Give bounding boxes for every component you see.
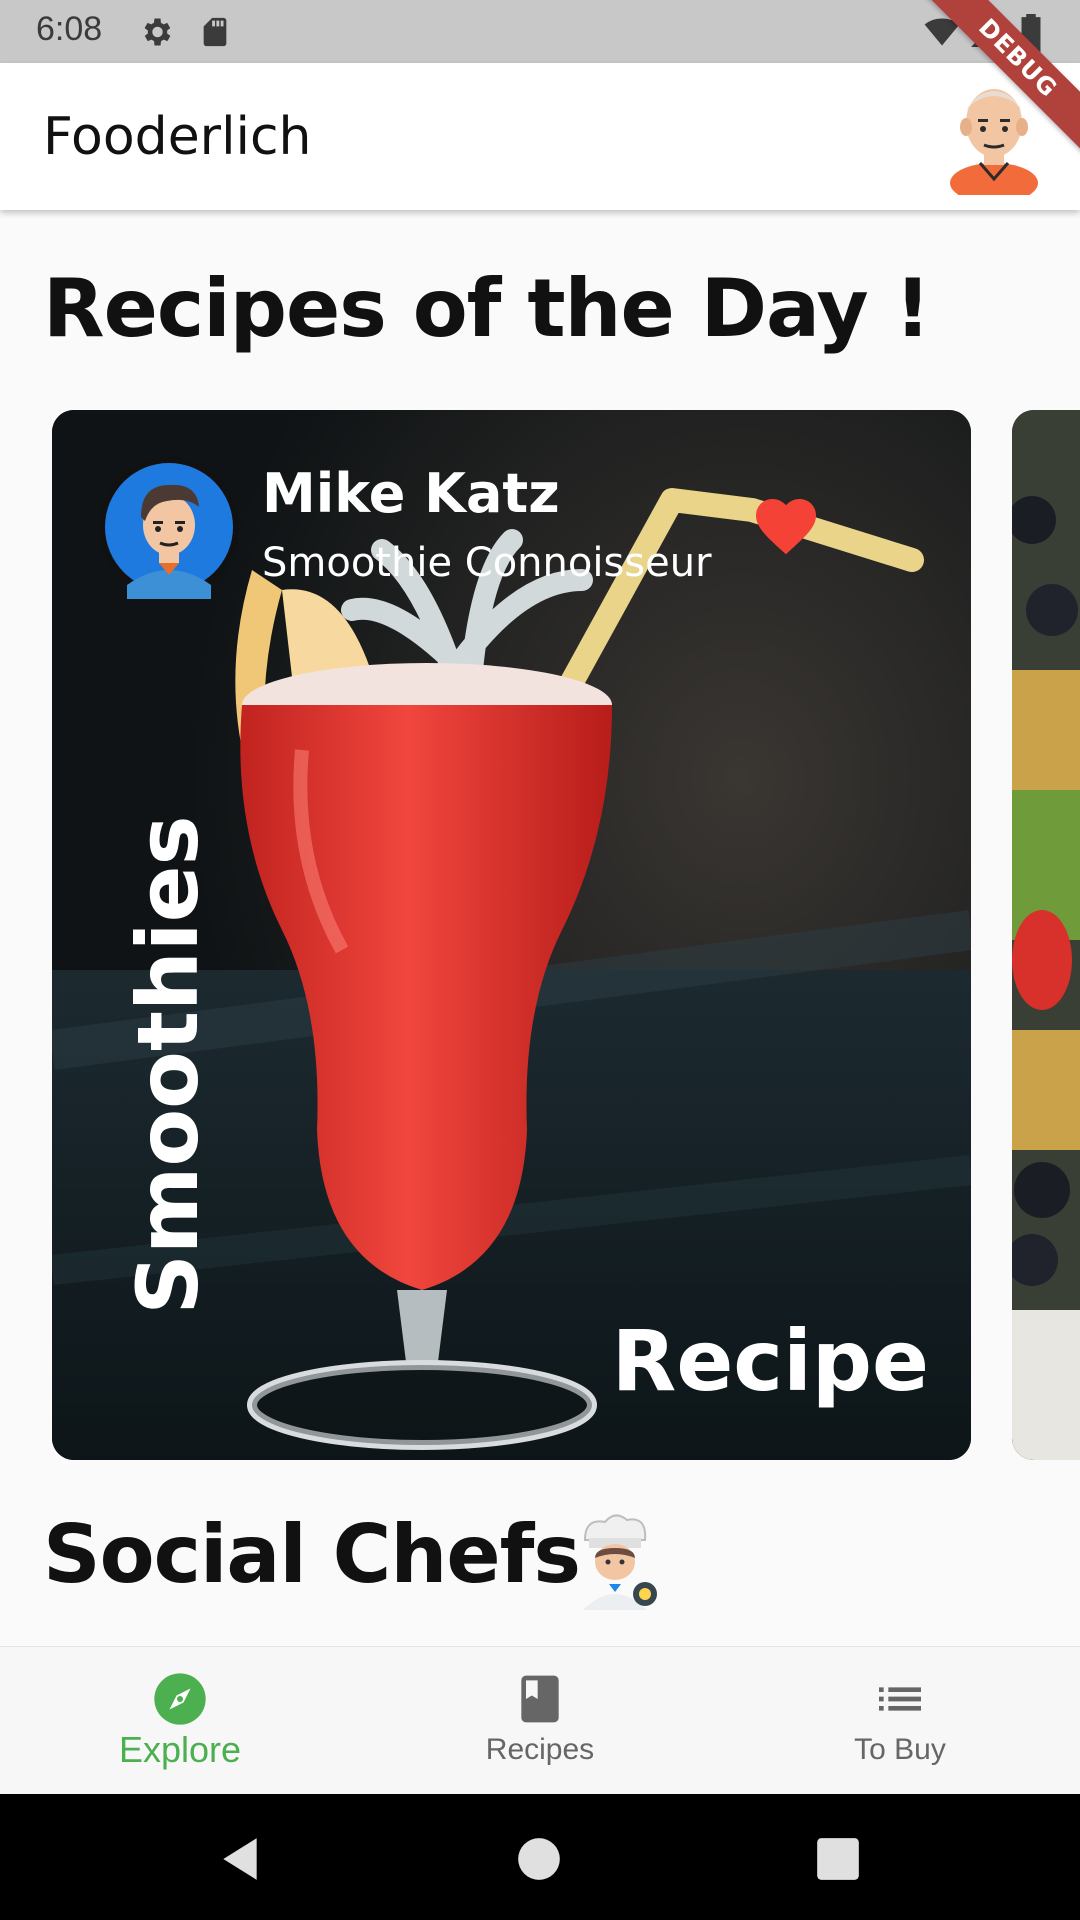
- app-bar: Fooderlich: [0, 63, 1080, 210]
- card-category-text: Smoothies: [119, 815, 217, 1315]
- recipes-of-the-day-heading: Recipes of the Day !: [43, 262, 931, 355]
- status-bar: 6:08: [0, 0, 1080, 63]
- bottom-navigation: Explore Recipes To Buy: [0, 1646, 1080, 1795]
- list-icon: [879, 1687, 921, 1711]
- book-icon: [521, 1675, 559, 1723]
- author-avatar[interactable]: [97, 455, 241, 599]
- card-label: Recipe: [611, 1312, 929, 1410]
- nav-item-recipes[interactable]: Recipes: [360, 1647, 720, 1795]
- next-recipe-card[interactable]: [1012, 410, 1080, 1460]
- nav-label-explore: Explore: [118, 1729, 242, 1770]
- chef-icon: [583, 1514, 657, 1610]
- sd-card-icon: [203, 17, 227, 47]
- nav-label-to-buy: To Buy: [854, 1733, 946, 1766]
- recipe-card[interactable]: Mike Katz Smoothie Connoisseur Smoothies…: [52, 410, 971, 1460]
- nav-item-explore[interactable]: Explore: [0, 1647, 360, 1795]
- back-icon[interactable]: [215, 1834, 265, 1884]
- author-name: Mike Katz: [262, 462, 560, 525]
- recents-icon[interactable]: [813, 1834, 863, 1884]
- nav-item-to-buy[interactable]: To Buy: [720, 1647, 1080, 1795]
- status-time: 6:08: [36, 10, 103, 48]
- settings-icon: [144, 18, 171, 46]
- social-chefs-heading: Social Chefs: [43, 1508, 581, 1601]
- app-title: Fooderlich: [43, 107, 312, 167]
- card-category: Smoothies: [88, 815, 248, 1314]
- salad-photo: [1012, 410, 1080, 1460]
- nav-label-recipes: Recipes: [485, 1733, 595, 1766]
- heart-icon[interactable]: [750, 490, 822, 556]
- compass-icon: [154, 1673, 206, 1725]
- home-icon[interactable]: [514, 1834, 564, 1884]
- author-title: Smoothie Connoisseur: [262, 540, 712, 586]
- system-navigation-bar: [0, 1794, 1080, 1920]
